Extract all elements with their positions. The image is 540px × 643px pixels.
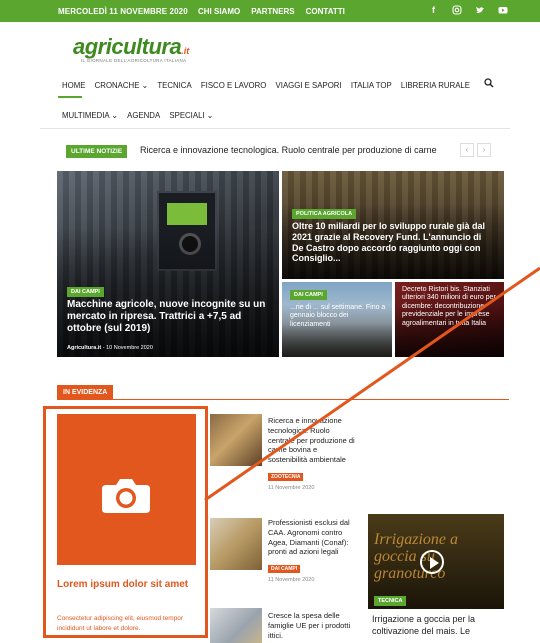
hero-main-article[interactable]: DAI CAMPI Macchine agricole, nuove incog…: [57, 171, 279, 357]
top-links: CHI SIAMO PARTNERS CONTATTI: [198, 7, 345, 16]
list-item[interactable]: Professionisti esclusi dal CAA. Agronomi…: [268, 518, 358, 583]
page: MERCOLEDÌ 11 NOVEMBRE 2020 CHI SIAMO PAR…: [0, 0, 540, 643]
article-title[interactable]: Macchine agricole, nuove incognite su un…: [67, 299, 272, 335]
top-link-contatti[interactable]: CONTATTI: [306, 7, 345, 16]
video-card[interactable]: Irrigazione a goccia su granoturco TECNI…: [368, 514, 504, 609]
category-badge[interactable]: TECNICA: [374, 596, 407, 606]
nav-item-home[interactable]: HOME: [62, 80, 85, 91]
play-icon[interactable]: [420, 550, 444, 574]
hero-bottom-left-article[interactable]: DAI CAMPI ...rie di ... sul settimane. F…: [282, 282, 392, 357]
ticker-next-button[interactable]: ›: [477, 143, 491, 157]
logo-text: agricultura: [73, 34, 182, 59]
article-date: 11 Novembre 2020: [268, 577, 315, 583]
category-badge[interactable]: ZOOTECNIA: [268, 472, 304, 481]
logo-suffix: .it: [181, 46, 190, 56]
facebook-icon[interactable]: f: [428, 5, 439, 16]
article-thumbnail[interactable]: [210, 608, 262, 643]
nav-item-viaggi-e-sapori[interactable]: VIAGGI E SAPORI: [276, 80, 342, 91]
nav-item-italia-top[interactable]: ITALIA TOP: [351, 80, 392, 91]
article-thumbnail[interactable]: [210, 414, 262, 466]
article-title[interactable]: Cresce la spesa delle famiglie UE per i …: [268, 611, 358, 640]
search-icon[interactable]: [484, 78, 494, 88]
instagram-icon[interactable]: [451, 5, 462, 16]
top-bar: MERCOLEDÌ 11 NOVEMBRE 2020 CHI SIAMO PAR…: [0, 0, 540, 22]
nav-active-indicator: [58, 96, 82, 98]
article-title[interactable]: Ricerca e innovazione tecnologica. Ruolo…: [268, 416, 358, 465]
ticker-controls: ‹ ›: [460, 143, 491, 157]
top-link-partners[interactable]: PARTNERS: [251, 7, 294, 16]
list-item[interactable]: Cresce la spesa delle famiglie UE per i …: [268, 611, 358, 640]
camera-icon: [102, 479, 150, 513]
article-date: - 10 Novembre 2020: [102, 345, 153, 351]
ticker-label: ULTIME NOTIZIE: [66, 145, 128, 158]
placeholder-text: Consectetur adipiscing elit, eiusmod tem…: [57, 615, 184, 632]
video-title[interactable]: Irrigazione a goccia per la coltivazione…: [372, 614, 504, 637]
nav-item-speciali[interactable]: SPECIALI ⌄: [169, 110, 213, 121]
category-badge[interactable]: DAI CAMPI: [290, 290, 327, 300]
site-logo[interactable]: agricultura.it IL GIORNALE DELL'AGRICOLT…: [73, 34, 189, 63]
article-title[interactable]: Oltre 10 miliardi per lo sviluppo rurale…: [292, 221, 492, 264]
article-thumbnail[interactable]: [210, 518, 262, 570]
nav-item-libreria-rurale[interactable]: LIBRERIA RURALE: [401, 80, 470, 91]
placeholder-title[interactable]: Lorem ipsum dolor sit amet: [57, 578, 197, 592]
main-nav: HOME CRONACHE ⌄ TECNICA FISCO E LAVORO V…: [62, 80, 470, 91]
secondary-nav: MULTIMEDIA ⌄ AGENDA SPECIALI ⌄: [62, 110, 213, 121]
article-meta: Agricultura.it - 10 Novembre 2020: [67, 345, 153, 351]
section-label-in-evidenza: IN EVIDENZA: [57, 385, 114, 400]
article-title[interactable]: ...rie di ... sul settimane. Fino a genn…: [290, 304, 386, 329]
category-badge[interactable]: DAI CAMPI: [268, 565, 301, 573]
nav-item-agenda[interactable]: AGENDA: [127, 110, 160, 121]
current-date: MERCOLEDÌ 11 NOVEMBRE 2020: [58, 7, 188, 16]
section-divider: [57, 399, 509, 400]
twitter-icon[interactable]: [474, 5, 485, 16]
category-badge[interactable]: POLITICA AGRICOLA: [292, 209, 357, 219]
list-item[interactable]: Ricerca e innovazione tecnologica. Ruolo…: [268, 416, 358, 491]
nav-divider: [40, 128, 510, 129]
nav-item-fisco-e-lavoro[interactable]: FISCO E LAVORO: [201, 80, 266, 91]
logo-tagline: IL GIORNALE DELL'AGRICOLTURA ITALIANA: [81, 58, 187, 63]
article-date: 11 Novembre 2020: [268, 484, 315, 491]
article-title[interactable]: Professionisti esclusi dal CAA. Agronomi…: [268, 518, 358, 557]
ticker-prev-button[interactable]: ‹: [460, 143, 474, 157]
nav-item-multimedia[interactable]: MULTIMEDIA ⌄: [62, 110, 118, 121]
hero-top-right-article[interactable]: POLITICA AGRICOLA Oltre 10 miliardi per …: [282, 171, 504, 279]
nav-item-cronache[interactable]: CRONACHE ⌄: [95, 80, 148, 91]
article-title[interactable]: Decreto Ristori bis. Stanziati ulteriori…: [402, 286, 500, 328]
category-badge[interactable]: DAI CAMPI: [67, 287, 104, 297]
ticker-headline[interactable]: Ricerca e innovazione tecnologica. Ruolo…: [140, 145, 437, 155]
youtube-icon[interactable]: [497, 5, 508, 16]
social-links: f: [428, 5, 508, 16]
hero-bottom-right-article[interactable]: Decreto Ristori bis. Stanziati ulteriori…: [395, 282, 504, 357]
nav-item-tecnica[interactable]: TECNICA: [157, 80, 191, 91]
top-link-chi-siamo[interactable]: CHI SIAMO: [198, 7, 240, 16]
article-author: Agricultura.it: [67, 345, 102, 351]
